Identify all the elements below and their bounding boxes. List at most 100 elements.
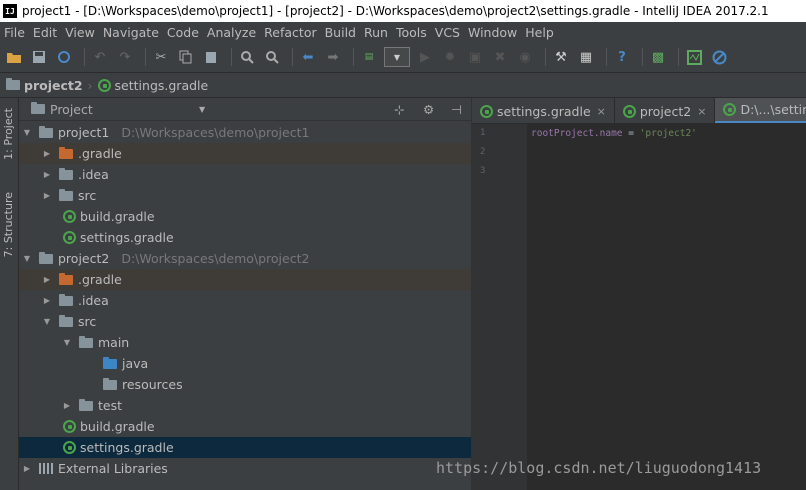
- gradle-file-icon: [63, 420, 76, 433]
- tree-item-main[interactable]: ▼ main: [19, 332, 471, 353]
- tree-item-resources[interactable]: resources: [19, 374, 471, 395]
- redo-icon[interactable]: ↷: [115, 47, 135, 67]
- close-icon[interactable]: ×: [597, 105, 606, 118]
- module-folder-icon: [39, 125, 53, 138]
- chevron-right-icon[interactable]: ▶: [43, 296, 51, 305]
- help-icon[interactable]: ?: [612, 47, 632, 67]
- stop-icon[interactable]: ✖: [490, 47, 510, 67]
- forward-icon[interactable]: ➡: [323, 47, 343, 67]
- gradle-icon[interactable]: ▩: [648, 47, 668, 67]
- chevron-right-icon[interactable]: ▶: [23, 464, 31, 473]
- menu-file[interactable]: File: [0, 25, 29, 40]
- close-icon[interactable]: ×: [697, 105, 706, 118]
- line-number: 3: [480, 166, 486, 176]
- code-variable: rootProject: [531, 128, 594, 139]
- tab-settings-gradle[interactable]: settings.gradle ×: [472, 98, 615, 123]
- find-icon[interactable]: [237, 47, 257, 67]
- chevron-right-icon[interactable]: ▶: [43, 170, 51, 179]
- run-config-dropdown[interactable]: ▼: [384, 47, 410, 67]
- tree-item-build-gradle[interactable]: build.gradle: [19, 206, 471, 227]
- menu-window[interactable]: Window: [464, 25, 521, 40]
- tree-item-project2[interactable]: ▼ project2 D:\Workspaces\demo\project2: [19, 248, 471, 269]
- tree-item-settings-gradle[interactable]: settings.gradle: [19, 437, 471, 458]
- gradle-file-icon: [63, 441, 76, 454]
- save-icon[interactable]: [29, 47, 49, 67]
- scroll-from-source-icon[interactable]: ⊹: [394, 102, 404, 117]
- code-property: .name: [593, 128, 623, 139]
- folder-icon: [6, 78, 20, 90]
- project-structure-icon[interactable]: ⚒: [551, 47, 571, 67]
- tasks-icon[interactable]: [684, 47, 704, 67]
- chevron-right-icon[interactable]: ▶: [43, 191, 51, 200]
- coverage-icon[interactable]: ▣: [465, 47, 485, 67]
- menu-help[interactable]: Help: [521, 25, 558, 40]
- resources-folder-icon: [103, 377, 117, 390]
- menu-run[interactable]: Run: [360, 25, 392, 40]
- gradle-file-icon: [63, 231, 76, 244]
- chevron-right-icon[interactable]: ▶: [43, 275, 51, 284]
- tree-item-gradle[interactable]: ▶ .gradle: [19, 143, 471, 164]
- replace-icon[interactable]: [262, 47, 282, 67]
- sdk-icon[interactable]: ▦: [576, 47, 596, 67]
- chevron-right-icon[interactable]: ▶: [63, 401, 71, 410]
- chevron-down-icon[interactable]: ▼: [23, 254, 31, 263]
- folder-icon: [59, 314, 73, 327]
- breadcrumb-file[interactable]: settings.gradle: [115, 78, 209, 93]
- menu-code[interactable]: Code: [163, 25, 203, 40]
- hide-icon[interactable]: ⊣: [451, 102, 462, 117]
- tree-item-settings-gradle[interactable]: settings.gradle: [19, 227, 471, 248]
- tree-item-src[interactable]: ▼ src: [19, 311, 471, 332]
- undo-icon[interactable]: ↶: [90, 47, 110, 67]
- menu-tools[interactable]: Tools: [392, 25, 431, 40]
- chevron-down-icon[interactable]: ▼: [63, 338, 71, 347]
- chevron-right-icon[interactable]: ▶: [43, 149, 51, 158]
- debug-icon[interactable]: ✹: [440, 47, 460, 67]
- tree-item-idea[interactable]: ▶ .idea: [19, 164, 471, 185]
- tab-structure[interactable]: 7: Structure: [2, 192, 17, 257]
- breadcrumb-project[interactable]: project2: [24, 78, 83, 93]
- main-toolbar: ↶ ↷ ✂ ⬅ ➡ ▤ ▼ ▶ ✹ ▣ ✖ ◉ ⚒ ▦ ? ▩: [0, 42, 806, 73]
- gear-icon[interactable]: ⚙: [423, 102, 434, 117]
- copy-icon[interactable]: [176, 47, 196, 67]
- menu-build[interactable]: Build: [321, 25, 360, 40]
- line-number: 2: [480, 147, 486, 157]
- menu-analyze[interactable]: Analyze: [203, 25, 260, 40]
- tab-project2[interactable]: project2 ×: [615, 98, 716, 123]
- cut-icon[interactable]: ✂: [151, 47, 171, 67]
- tree-item-build-gradle[interactable]: build.gradle: [19, 416, 471, 437]
- no-icon[interactable]: [709, 47, 729, 67]
- attach-icon[interactable]: ◉: [515, 47, 535, 67]
- tab-project[interactable]: 1: Project: [2, 108, 17, 160]
- menu-navigate[interactable]: Navigate: [99, 25, 163, 40]
- tree-item-src[interactable]: ▶ src: [19, 185, 471, 206]
- tree-item-project1[interactable]: ▼ project1 D:\Workspaces\demo\project1: [19, 122, 471, 143]
- panel-title[interactable]: Project: [50, 102, 93, 117]
- gradle-file-icon: [97, 78, 111, 92]
- tree-item-idea[interactable]: ▶ .idea: [19, 290, 471, 311]
- tree-item-external-libraries[interactable]: ▶ External Libraries: [19, 458, 471, 479]
- tree-item-test[interactable]: ▶ test: [19, 395, 471, 416]
- tree-item-java[interactable]: java: [19, 353, 471, 374]
- chevron-down-icon[interactable]: ▼: [43, 317, 51, 326]
- open-folder-icon[interactable]: [4, 47, 24, 67]
- menu-refactor[interactable]: Refactor: [260, 25, 320, 40]
- menu-view[interactable]: View: [61, 25, 99, 40]
- folder-icon: [59, 293, 73, 306]
- build-icon[interactable]: ▤: [359, 47, 379, 67]
- tab-settings-path[interactable]: D:\...\setting: [715, 98, 806, 123]
- chevron-down-icon[interactable]: ▼: [23, 128, 31, 137]
- menu-edit[interactable]: Edit: [29, 25, 61, 40]
- chevron-down-icon[interactable]: ▼: [199, 105, 205, 114]
- run-icon[interactable]: ▶: [415, 47, 435, 67]
- editor-area: settings.gradle × project2 × D:\...\sett…: [471, 98, 806, 490]
- paste-icon[interactable]: [201, 47, 221, 67]
- code-text[interactable]: rootProject.name = 'project2': [531, 124, 697, 143]
- code-line[interactable]: rootProject.name = 'project2': [531, 124, 697, 143]
- folder-icon: [59, 188, 73, 201]
- sync-icon[interactable]: [54, 47, 74, 67]
- window-title-bar: IJ project1 - [D:\Workspaces\demo\projec…: [0, 0, 806, 22]
- back-icon[interactable]: ⬅: [298, 47, 318, 67]
- line-gutter: 1 2 3: [472, 124, 527, 490]
- tree-item-gradle[interactable]: ▶ .gradle: [19, 269, 471, 290]
- menu-vcs[interactable]: VCS: [431, 25, 464, 40]
